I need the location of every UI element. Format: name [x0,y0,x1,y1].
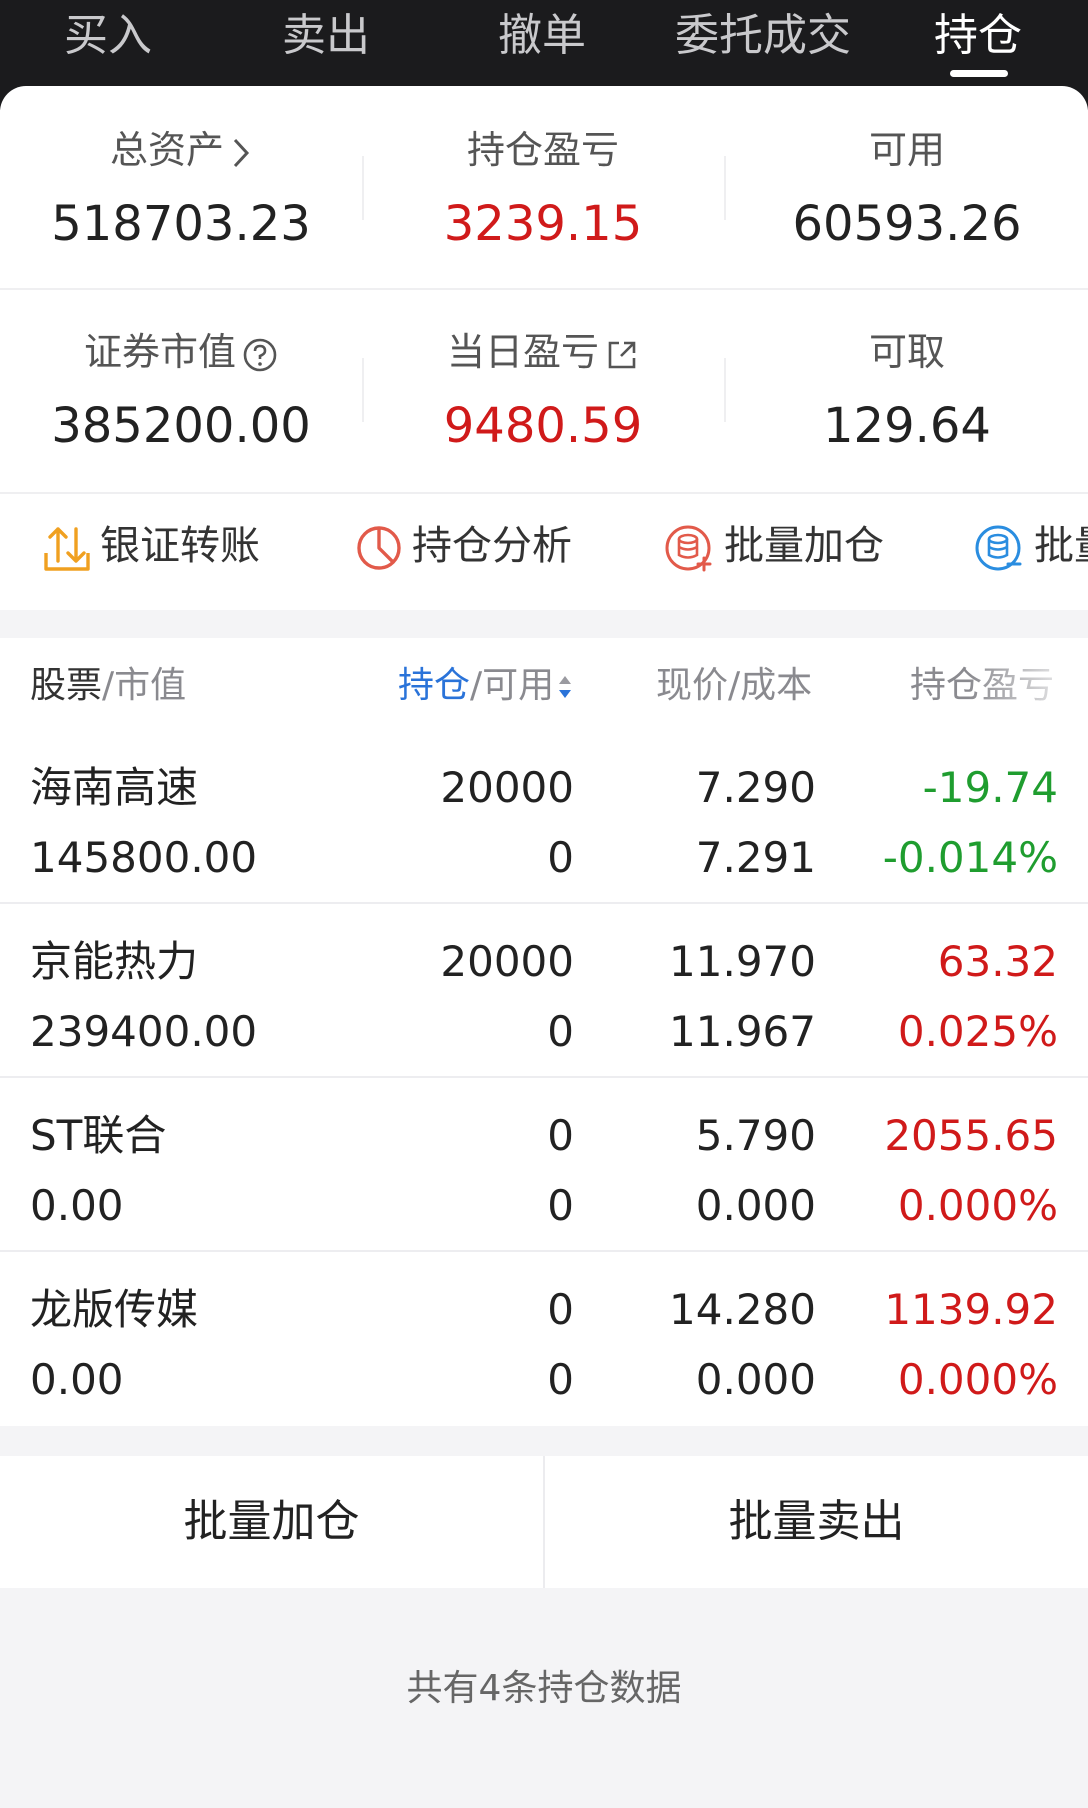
market-value: 0.00 [30,1355,124,1404]
cost-price: 7.291 [695,833,816,882]
available-qty: 0 [547,1007,574,1056]
positions-count-text: 共有4条持仓数据 [406,1668,682,1709]
available-qty: 0 [547,1181,574,1230]
position-qty: 20000 [440,763,574,812]
market-value: 145800.00 [30,833,258,882]
position-pnl-label: 持仓盈亏 [466,128,619,172]
current-price: 14.280 [669,1285,816,1334]
table-row[interactable]: ST联合 0.00 0 0 5.790 0.000 2055.65 0.000% [0,1078,1088,1252]
available-cell: 可用 60593.26 [726,96,1088,296]
summary-row-divider [0,288,1088,290]
withdrawable-label: 可取 [868,330,945,374]
position-qty: 0 [547,1285,574,1334]
header-scroll-fade [968,640,1088,730]
withdrawable-cell: 可取 129.64 [726,298,1088,498]
current-price: 5.790 [695,1111,816,1160]
batch-sell-action[interactable]: 批量 [974,514,1088,578]
batch-add-icon [665,525,712,572]
summary-row-1: 总资产 518703.23 持仓盈亏 3239.15 可用 60593.26 [0,96,1088,296]
available-label: 可用 [868,128,945,172]
position-pnl-cell: 持仓盈亏 3239.15 [362,96,724,296]
pnl-amount: 2055.65 [884,1111,1058,1160]
pnl-percent: 0.000% [897,1181,1058,1230]
table-row[interactable]: 京能热力 239400.00 20000 0 11.970 11.967 63.… [0,904,1088,1078]
cost-price: 0.000 [695,1181,816,1230]
daily-pnl-cell[interactable]: 当日盈亏 9480.59 [362,298,724,498]
daily-pnl-label: 当日盈亏 [362,328,724,376]
tab-orders-fills[interactable]: 委托成交 [668,6,858,66]
header-position-available[interactable]: 持仓/可用 [398,662,574,710]
positions-table-header: 股票/市值 持仓/可用 现价/成本 持仓盈亏 [0,640,1088,730]
total-assets-label: 总资产 [0,126,362,174]
active-tab-indicator [950,70,1008,77]
current-price: 7.290 [695,763,816,812]
total-assets-value: 518703.23 [51,196,311,252]
batch-add-action[interactable]: 批量加仓 [664,514,884,578]
securities-value-label: 证券市值 [0,328,362,376]
tab-buy[interactable]: 买入 [60,6,156,66]
total-assets-cell[interactable]: 总资产 518703.23 [0,96,362,296]
securities-value-value: 385200.00 [51,398,311,454]
pnl-percent: 0.000% [897,1355,1058,1404]
tab-sell[interactable]: 卖出 [278,6,374,66]
available-qty: 0 [547,833,574,882]
pie-chart-icon [357,526,401,570]
section-gap [0,610,1088,638]
transfer-icon [44,527,90,571]
chevron-right-icon [233,138,250,167]
position-qty: 0 [547,1111,574,1160]
pnl-percent: -0.014% [882,833,1058,882]
table-row[interactable]: 海南高速 145800.00 20000 0 7.290 7.291 -19.7… [0,730,1088,904]
batch-sell-icon [975,525,1022,571]
daily-pnl-value: 9480.59 [443,398,643,454]
external-link-icon[interactable] [605,338,639,372]
header-price-cost[interactable]: 现价/成本 [656,662,812,710]
help-icon[interactable] [242,337,278,373]
sort-icon [559,676,572,698]
batch-button-bar: 批量加仓 批量卖出 [0,1456,1088,1588]
pnl-amount: 1139.92 [884,1285,1058,1334]
position-analysis-action[interactable]: 持仓分析 [354,514,572,578]
quick-actions-bar: 银证转账 持仓分析 批量加仓 批量 [0,494,1088,606]
batch-add-button[interactable]: 批量加仓 [0,1456,543,1588]
tab-cancel-order[interactable]: 撤单 [494,6,590,66]
app-root: 买入 卖出 撤单 委托成交 持仓 总资产 518703.23 持仓盈亏 3239… [0,0,1088,1808]
stock-name: 龙版传媒 [30,1285,199,1334]
stock-name: 海南高速 [30,763,199,812]
securities-value-cell: 证券市值 385200.00 [0,298,362,498]
tab-positions[interactable]: 持仓 [930,6,1026,66]
market-value: 239400.00 [30,1007,258,1056]
summary-row-2: 证券市值 385200.00 当日盈亏 9480.59 可取 129.64 [0,298,1088,498]
stock-name: ST联合 [30,1111,167,1160]
bank-transfer-action[interactable]: 银证转账 [42,514,260,578]
market-value: 0.00 [30,1181,124,1230]
stock-name: 京能热力 [30,937,199,986]
position-qty: 20000 [440,937,574,986]
available-qty: 0 [547,1355,574,1404]
cost-price: 0.000 [695,1355,816,1404]
cost-price: 11.967 [669,1007,816,1056]
batch-sell-button[interactable]: 批量卖出 [545,1456,1088,1588]
available-value: 60593.26 [792,196,1022,252]
position-pnl-value: 3239.15 [443,196,643,252]
header-stock-value[interactable]: 股票/市值 [30,662,186,710]
current-price: 11.970 [669,937,816,986]
pnl-amount: 63.32 [937,937,1058,986]
pnl-amount: -19.74 [922,763,1058,812]
withdrawable-value: 129.64 [823,398,991,454]
table-row[interactable]: 龙版传媒 0.00 0 0 14.280 0.000 1139.92 0.000… [0,1252,1088,1426]
pnl-percent: 0.025% [897,1007,1058,1056]
